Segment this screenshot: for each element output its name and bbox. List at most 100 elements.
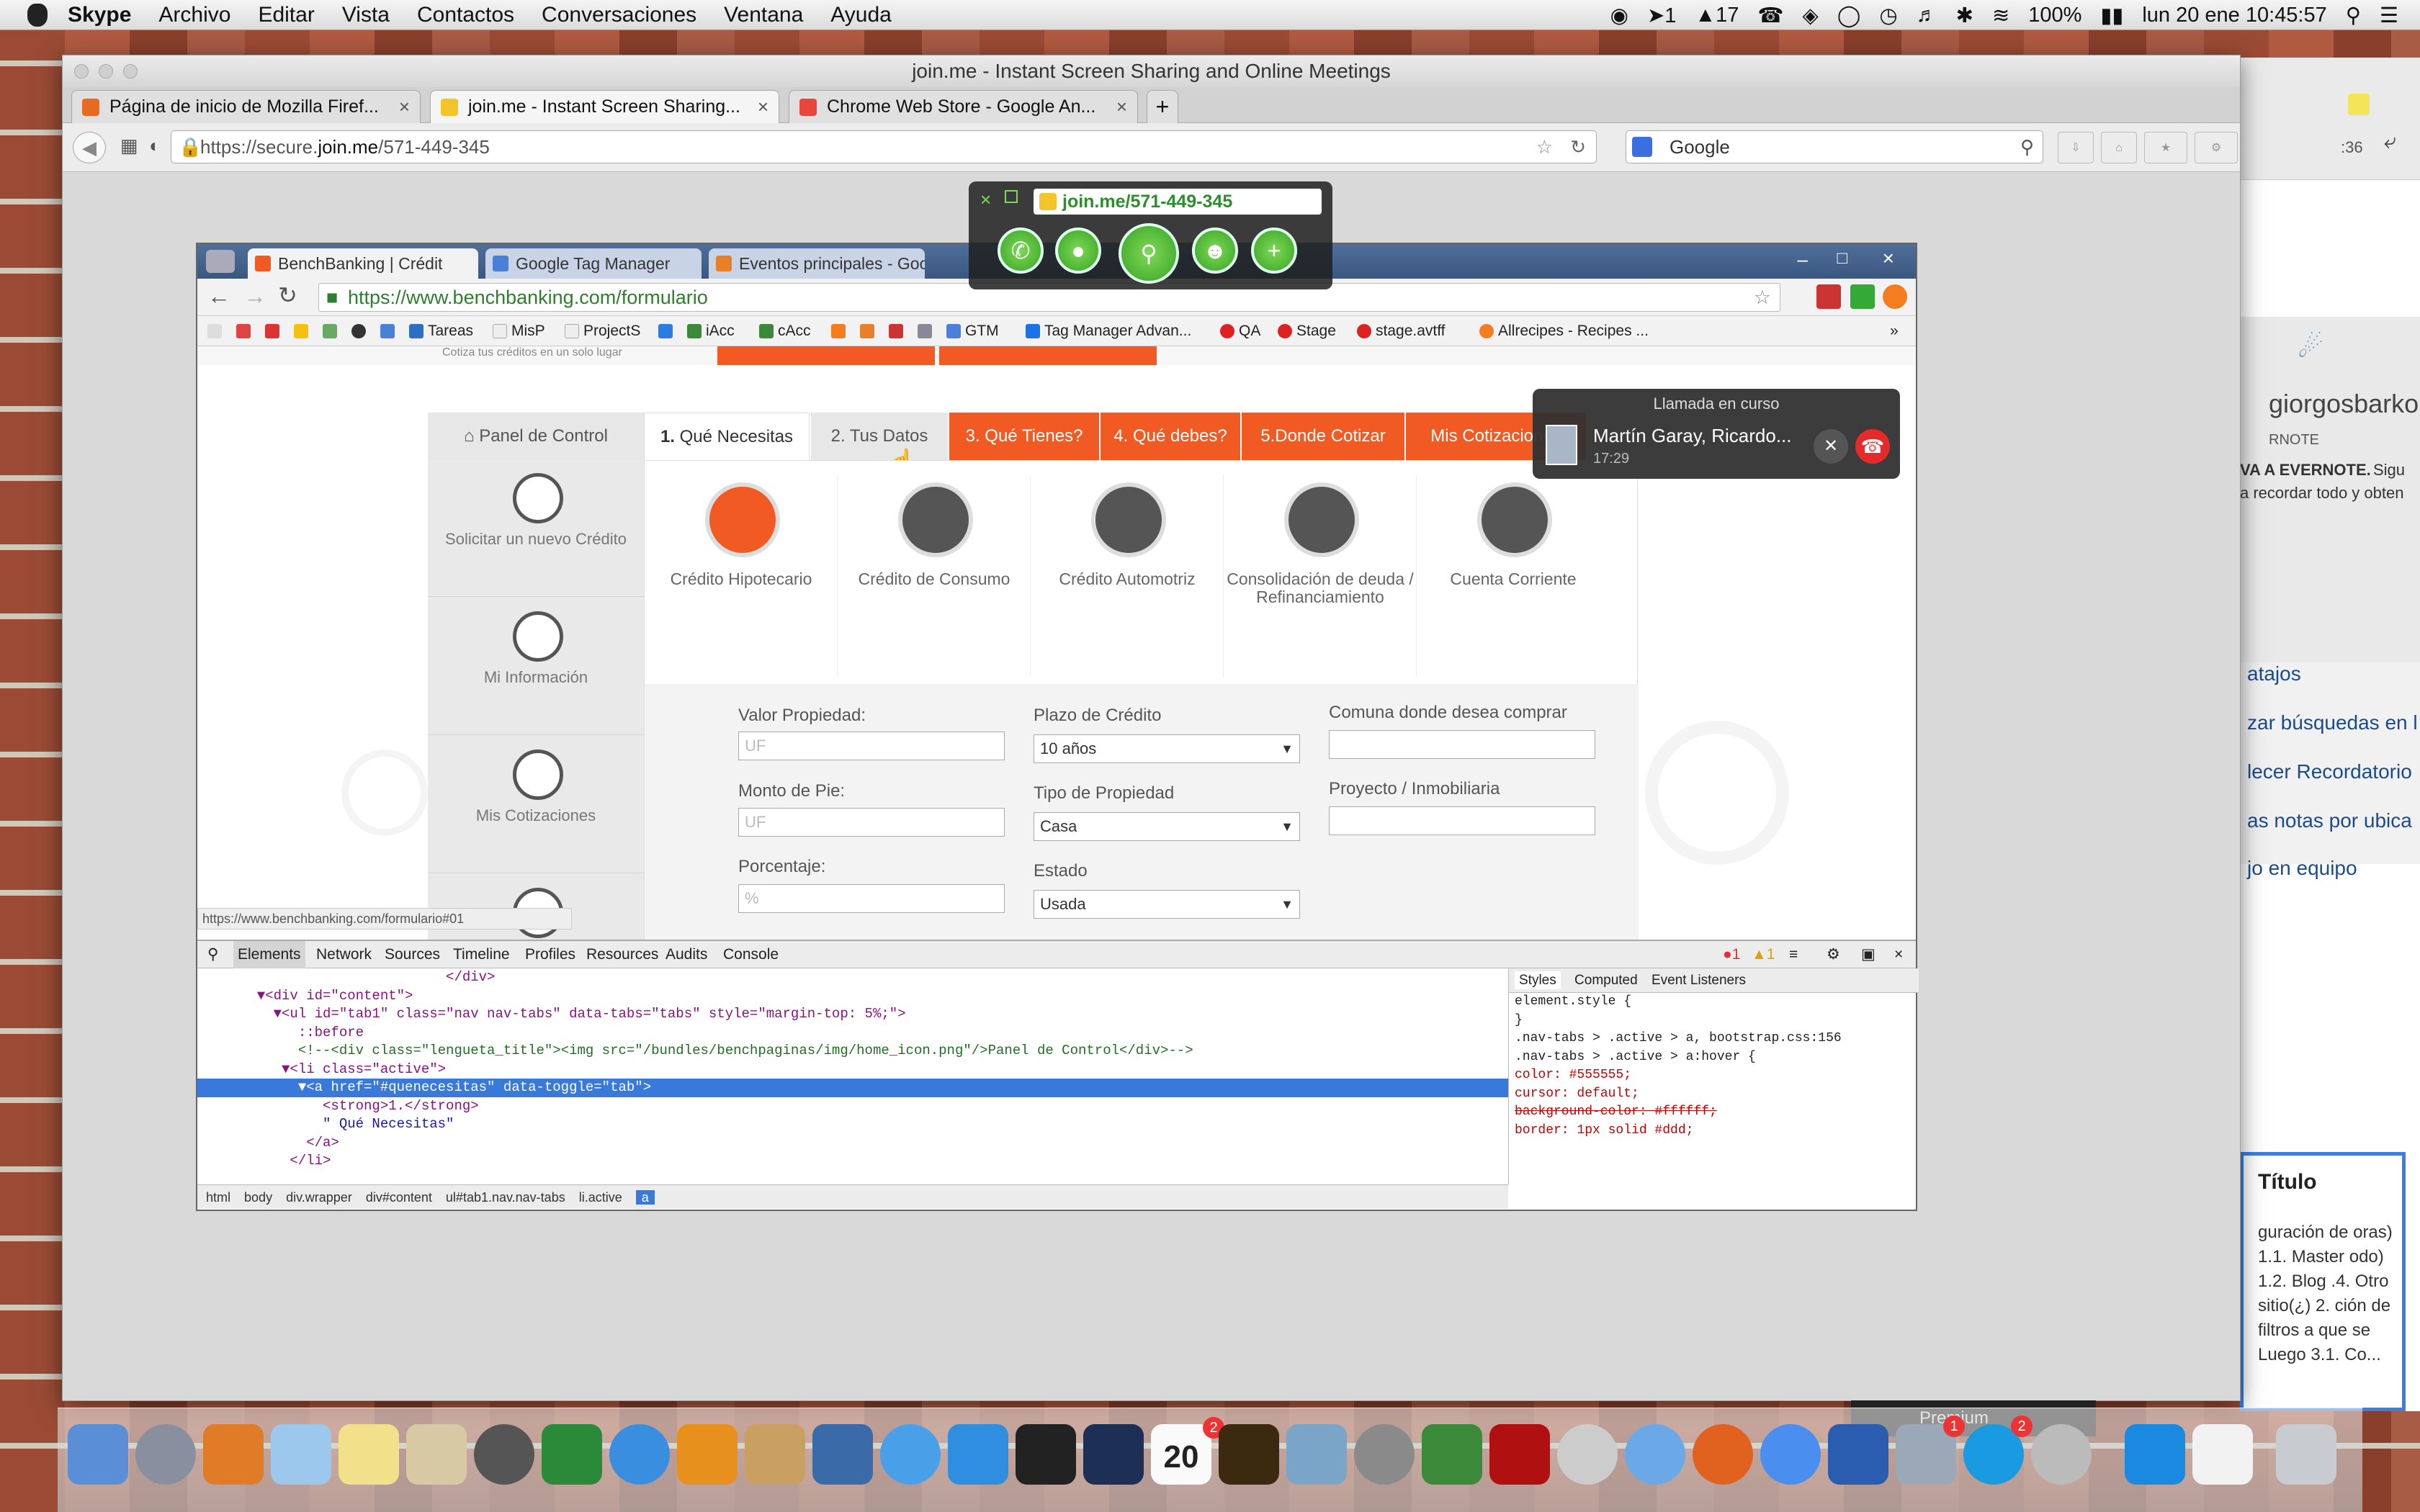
evernote-icon[interactable] xyxy=(1422,1424,1482,1485)
evernote-link[interactable]: zar búsquedas en l xyxy=(2247,711,2418,734)
devtools-tab-resources[interactable]: Resources xyxy=(586,941,658,968)
crumb-selected[interactable]: a xyxy=(635,1190,655,1205)
extension-green-icon[interactable] xyxy=(1850,284,1875,309)
forward-arrow-icon[interactable]: → xyxy=(243,283,266,310)
settings-gear-icon[interactable]: ⚙ xyxy=(1827,941,1840,968)
sidebar-item-nuevo-credito[interactable]: Solicitar un nuevo Crédito xyxy=(428,460,644,597)
evernote-note-card[interactable]: Título guración de oras) 1.1. Master odo… xyxy=(2240,1152,2406,1411)
bookmark-allrecipes[interactable]: Allrecipes - Recipes ... xyxy=(1479,316,1649,346)
trash-icon[interactable] xyxy=(2276,1424,2336,1485)
clock[interactable]: lun 20 ene 10:45:57 xyxy=(2142,4,2326,27)
system-preferences-icon[interactable] xyxy=(1354,1424,1415,1485)
bookmark-analytics-icon[interactable] xyxy=(860,316,879,346)
style-line[interactable]: color: #555555; xyxy=(1515,1066,1919,1085)
valor-propiedad-input[interactable]: UF xyxy=(738,732,1005,760)
product-credito-hipotecario[interactable]: Crédito Hipotecario xyxy=(645,475,838,677)
devtools-tab-timeline[interactable]: Timeline xyxy=(453,941,510,968)
ibooks-icon[interactable] xyxy=(677,1424,738,1485)
zoom-window-button[interactable] xyxy=(123,64,138,78)
menu-conversaciones[interactable]: Conversaciones xyxy=(542,3,696,27)
stickies-icon[interactable] xyxy=(339,1424,399,1485)
crumb[interactable]: body xyxy=(244,1190,272,1205)
note-yellow-icon[interactable] xyxy=(2348,94,2370,115)
tab-joinme[interactable]: join.me - Instant Screen Sharing... × xyxy=(430,90,779,123)
menu-contactos[interactable]: Contactos xyxy=(417,3,514,27)
bookmark-orange-icon[interactable] xyxy=(831,316,850,346)
estado-select[interactable]: Usada ▼ xyxy=(1034,890,1300,919)
phone-icon[interactable]: ✆ xyxy=(998,228,1044,274)
extension-on-icon[interactable] xyxy=(1816,284,1841,309)
chat-icon[interactable]: ● xyxy=(1055,228,1101,274)
word-icon[interactable] xyxy=(1828,1424,1888,1485)
product-credito-automotriz[interactable]: Crédito Automotriz xyxy=(1031,475,1224,677)
style-line[interactable]: border: 1px solid #ddd; xyxy=(1515,1122,1919,1140)
finder-icon[interactable] xyxy=(68,1424,128,1485)
close-tab-icon[interactable]: × xyxy=(399,91,410,122)
filezilla-icon[interactable] xyxy=(1489,1424,1550,1485)
chat-status-icon[interactable]: ◯ xyxy=(1837,3,1860,28)
style-line[interactable]: element.style { xyxy=(1515,993,1919,1012)
battery-percent[interactable]: 100% xyxy=(2028,4,2081,27)
tab-donde-cotizar[interactable]: 5.Donde Cotizar xyxy=(1242,413,1404,460)
spotlight-icon[interactable]: ⚲ xyxy=(2346,3,2361,28)
firefox-icon[interactable] xyxy=(1693,1424,1753,1485)
timemachine-status-icon[interactable]: ◷ xyxy=(1879,3,1897,28)
sequel-icon[interactable] xyxy=(1557,1424,1618,1485)
devtools-tab-console[interactable]: Console xyxy=(723,941,779,968)
style-line[interactable]: background-color: #ffffff; xyxy=(1515,1103,1919,1122)
dom-line[interactable]: ▼<div id="content"> xyxy=(241,987,1508,1006)
search-bar[interactable]: Google ⚲ xyxy=(1626,130,2043,163)
bookmark-calendar-icon[interactable] xyxy=(380,316,399,346)
devtools-tab-network[interactable]: Network xyxy=(316,941,372,968)
devtools-tab-sources[interactable]: Sources xyxy=(385,941,440,968)
volume-icon[interactable]: ♬ xyxy=(1917,4,1937,27)
extension-orange-icon[interactable] xyxy=(1883,284,1907,309)
evernote-link[interactable]: lecer Recordatorio xyxy=(2247,760,2412,783)
devtools-tab-profiles[interactable]: Profiles xyxy=(525,941,575,968)
adobe-status-icon[interactable]: ▲17 xyxy=(1695,4,1739,27)
bookmark-t-icon[interactable] xyxy=(351,316,370,346)
document-icon[interactable] xyxy=(2192,1424,2253,1485)
search-icon[interactable]: ⚲ xyxy=(2020,131,2034,163)
dom-line[interactable]: " Qué Necesitas" xyxy=(241,1115,1508,1134)
monto-pie-input[interactable]: UF xyxy=(738,808,1005,837)
apple-icon[interactable] xyxy=(27,3,48,27)
add-icon[interactable]: + xyxy=(1251,228,1297,274)
evernote-link[interactable]: as notas por ubica xyxy=(2247,809,2412,832)
sidebar-item-mi-informacion[interactable]: Mi Información xyxy=(428,598,644,735)
evernote-link[interactable]: atajos xyxy=(2247,662,2301,685)
contacts-icon[interactable] xyxy=(745,1424,805,1485)
sublime-icon[interactable] xyxy=(203,1424,264,1485)
bookmarks-menu-icon[interactable]: ★ xyxy=(2144,132,2187,163)
dom-line[interactable]: </div> xyxy=(241,968,1508,987)
devtools-tab-audits[interactable]: Audits xyxy=(666,941,707,968)
dom-line[interactable]: <!--<div class="lengueta_title"><img src… xyxy=(241,1042,1508,1061)
menu-app-name[interactable]: Skype xyxy=(68,3,131,27)
dock-toggle-icon[interactable]: ▣ xyxy=(1861,941,1876,968)
dom-line[interactable]: ▼<li class="active"> xyxy=(241,1061,1508,1079)
bookmark-stage[interactable]: Stage xyxy=(1278,316,1336,346)
product-credito-consumo[interactable]: Crédito de Consumo xyxy=(838,475,1031,677)
bookmark-tareas[interactable]: Tareas xyxy=(409,316,473,346)
camera-icon[interactable] xyxy=(474,1424,534,1485)
reply-icon[interactable]: ⤶ xyxy=(2384,130,2396,154)
tab-chrome-store[interactable]: Chrome Web Store - Google An... × xyxy=(789,90,1138,123)
mysql-icon[interactable] xyxy=(812,1424,873,1485)
bookmark-gmail-icon[interactable] xyxy=(265,316,284,346)
addon-icon[interactable]: ⚙ xyxy=(2195,132,2238,163)
chrome-tab-gtm[interactable]: Google Tag Manager xyxy=(485,248,702,279)
plazo-select[interactable]: 10 años ▼ xyxy=(1034,734,1300,763)
bookmark-drive-icon[interactable] xyxy=(294,316,313,346)
cursor-status-icon[interactable]: ➤1 xyxy=(1647,3,1676,28)
url-bar[interactable]: 🔒 https://secure.join.me/571-449-345 ☆ ↻ xyxy=(171,130,1597,163)
menu-ayuda[interactable]: Ayuda xyxy=(830,3,892,27)
dom-line[interactable]: ▼<ul id="tab1" class="nav nav-tabs" data… xyxy=(241,1005,1508,1024)
computed-tab[interactable]: Computed xyxy=(1574,973,1638,988)
style-line[interactable]: } xyxy=(1515,1012,1919,1030)
close-icon[interactable]: × xyxy=(1883,247,1894,270)
participants-icon[interactable]: ☻ xyxy=(1192,228,1238,274)
mute-mic-icon[interactable]: ✕ xyxy=(1814,429,1848,464)
back-arrow-icon[interactable]: ← xyxy=(207,283,230,310)
call-popup[interactable]: Llamada en curso Martín Garay, Ricardo..… xyxy=(1533,389,1900,479)
evernote-link[interactable]: jo en equipo xyxy=(2247,857,2357,880)
